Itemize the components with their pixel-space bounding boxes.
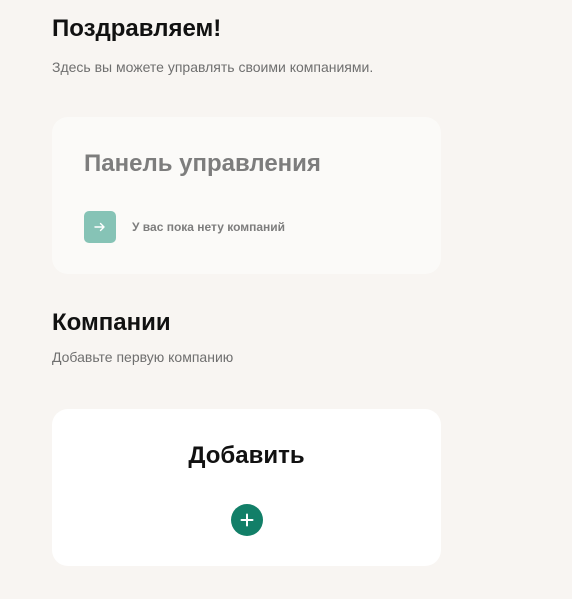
companies-heading: Компании — [52, 309, 171, 336]
arrow-right-icon — [94, 222, 105, 232]
add-company-card[interactable]: Добавить — [52, 409, 441, 566]
companies-subtitle: Добавьте первую компанию — [52, 349, 234, 365]
plus-icon — [240, 513, 254, 527]
dashboard-title: Панель управления — [84, 150, 321, 177]
dashboard-card: Панель управления У вас пока нету компан… — [52, 117, 441, 274]
no-companies-message: У вас пока нету компаний — [132, 220, 286, 234]
page-title: Поздравляем! — [52, 15, 222, 42]
add-company-button[interactable] — [231, 504, 263, 536]
add-company-label: Добавить — [188, 442, 305, 469]
page-subtitle: Здесь вы можете управлять своими компани… — [52, 59, 374, 75]
go-to-companies-button[interactable] — [84, 211, 116, 243]
